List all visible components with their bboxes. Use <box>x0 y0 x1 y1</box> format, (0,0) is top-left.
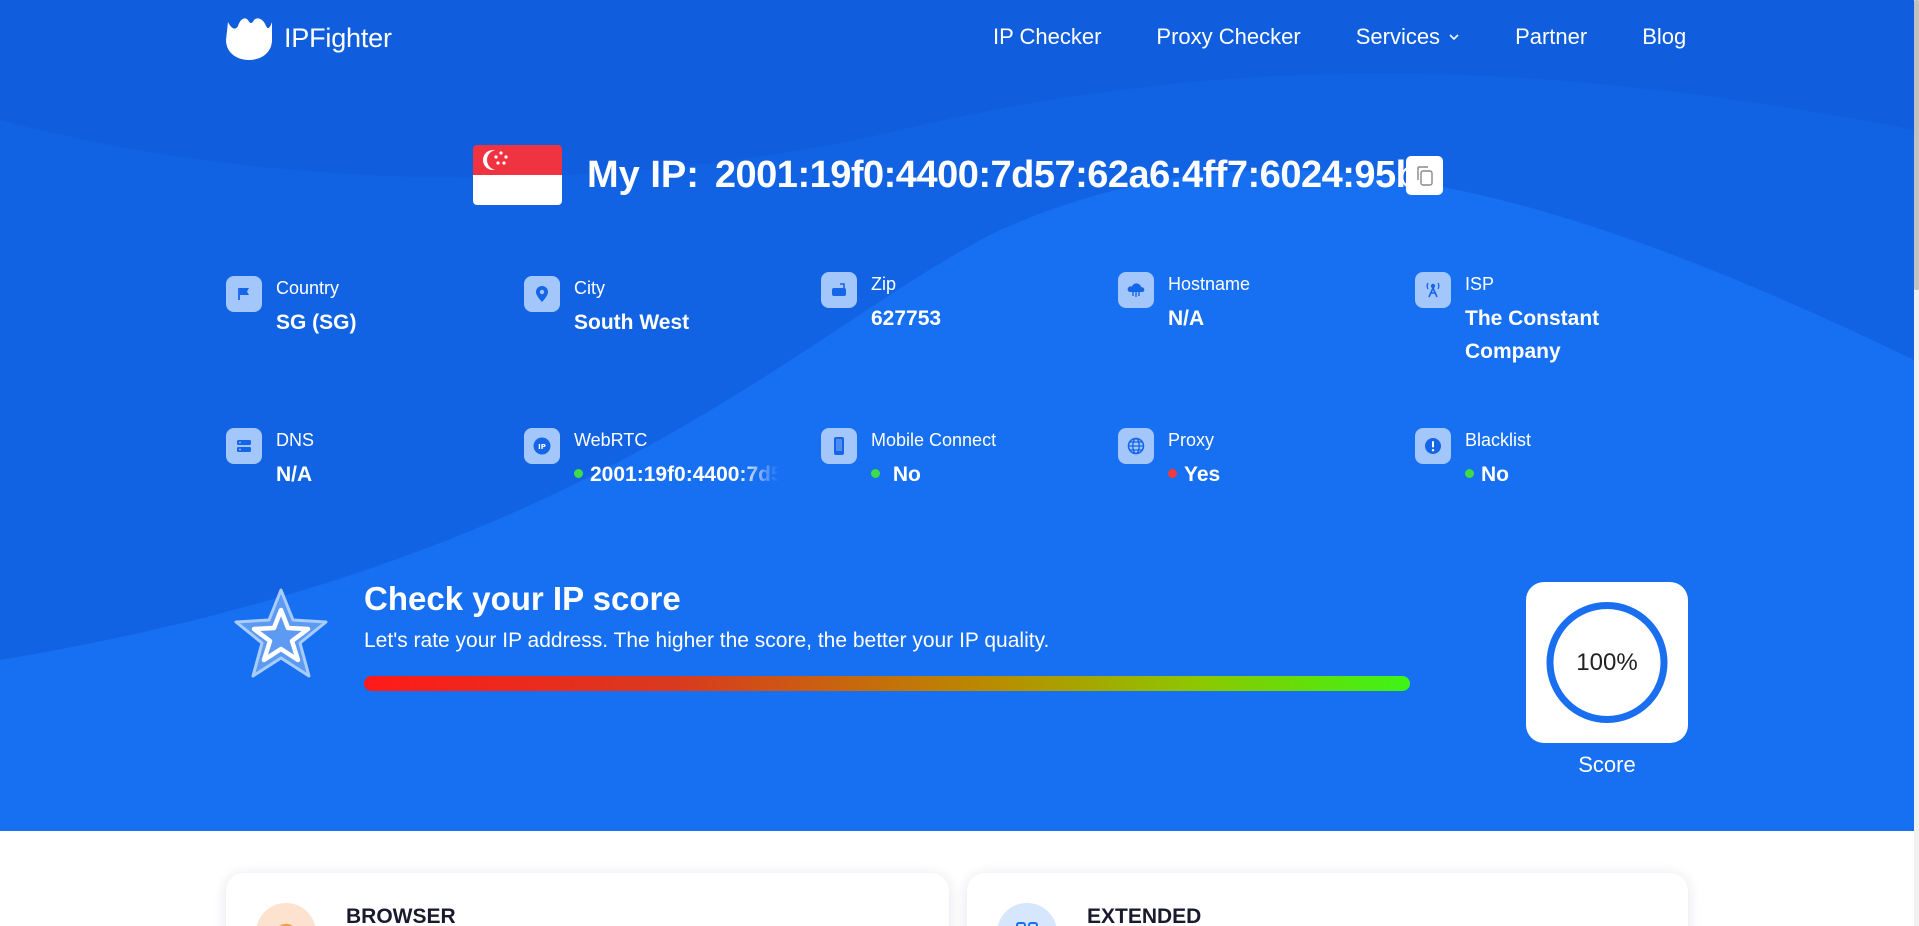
nav-ip-checker[interactable]: IP Checker <box>993 24 1101 50</box>
hostname-label: Hostname <box>1168 274 1251 294</box>
my-ip-label: My IP: <box>587 153 699 196</box>
nav-proxy-checker-label: Proxy Checker <box>1156 24 1301 49</box>
score-card: 100% <box>1526 582 1688 743</box>
extended-card-title: EXTENDED <box>1087 905 1202 926</box>
antenna-icon <box>1415 272 1451 308</box>
location-pin-icon <box>524 276 560 312</box>
my-ip-row: My IP: 2001:19f0:4400:7d57:62a6:4ff7:602… <box>473 145 1440 205</box>
dns-value: N/A <box>276 463 313 486</box>
main-nav: IP Checker Proxy Checker Services Partne… <box>993 24 1686 50</box>
score-subtitle: Let's rate your IP address. The higher t… <box>364 629 1050 652</box>
nav-services-label: Services <box>1355 24 1441 49</box>
score-label: Score <box>1578 752 1636 777</box>
mobile-phone-icon <box>821 428 857 464</box>
info-isp: ISP The Constant Company <box>1415 272 1625 368</box>
star-icon <box>234 588 328 678</box>
country-label: Country <box>276 278 340 298</box>
extended-card: EXTENDED <box>967 873 1688 926</box>
server-icon <box>226 428 262 464</box>
isp-label: ISP <box>1465 274 1495 294</box>
webrtc-status-dot <box>574 468 583 478</box>
dns-label: DNS <box>276 430 315 450</box>
svg-text:IP: IP <box>538 443 546 451</box>
my-ip-value: 2001:19f0:4400:7d57:62a6:4ff7:6024:95b9 <box>714 153 1440 196</box>
score-percent: 100% <box>1576 648 1638 676</box>
chevron-down-icon <box>1449 34 1459 41</box>
zip-value: 627753 <box>871 307 942 330</box>
mobile-connect-label: Mobile Connect <box>871 430 997 450</box>
blacklist-value: No <box>1481 463 1509 486</box>
info-proxy: Proxy Yes <box>1118 428 1220 491</box>
singapore-flag-icon <box>473 145 562 205</box>
copy-ip-button[interactable] <box>1406 156 1443 195</box>
proxy-label: Proxy <box>1168 430 1215 450</box>
alert-icon <box>1415 428 1451 464</box>
info-blacklist: Blacklist No <box>1415 428 1531 491</box>
hero-section: IPFighter IP Checker Proxy Checker Servi… <box>0 0 1914 831</box>
hostname-value: N/A <box>1168 307 1205 330</box>
info-country: Country SG (SG) <box>226 276 357 339</box>
mailbox-icon <box>821 272 857 308</box>
webrtc-value: 2001:19f0:4400:7d57:62a6:4ff7:6024:95b9 <box>590 463 779 486</box>
info-zip: Zip 627753 <box>821 272 941 335</box>
browser-card: BROWSER <box>226 873 949 926</box>
info-dns: DNS N/A <box>226 428 314 491</box>
info-city: City South West <box>524 276 689 339</box>
browser-card-title: BROWSER <box>346 905 456 926</box>
city-value: South West <box>574 311 690 334</box>
cloud-network-icon <box>1118 272 1154 308</box>
nav-partner-label: Partner <box>1515 24 1588 49</box>
info-webrtc: IP WebRTC 2001:19f0:4400:7d57:62a6:4ff7:… <box>524 428 779 491</box>
ip-badge-icon: IP <box>524 428 560 464</box>
copy-icon <box>1416 165 1433 186</box>
country-value: SG (SG) <box>276 311 357 334</box>
proxy-status-dot <box>1168 468 1177 478</box>
brand-name: IPFighter <box>284 22 392 53</box>
globe-icon <box>1118 428 1154 464</box>
score-gradient-bar <box>364 676 1410 691</box>
proxy-value: Yes <box>1184 463 1221 486</box>
brand-logo[interactable]: IPFighter <box>226 16 392 60</box>
city-label: City <box>574 278 605 298</box>
info-hostname: Hostname N/A <box>1118 272 1250 335</box>
nav-services[interactable]: Services <box>1356 24 1460 50</box>
flag-icon <box>226 276 262 312</box>
nav-ip-checker-label: IP Checker <box>993 24 1102 49</box>
mobile-status-dot <box>871 468 880 478</box>
scrollbar-thumb[interactable] <box>1914 0 1919 290</box>
webrtc-label: WebRTC <box>574 430 648 450</box>
browser-icon <box>256 903 316 926</box>
mobile-connect-value: No <box>892 463 921 486</box>
grid-icon <box>997 903 1057 926</box>
score-title: Check your IP score <box>364 580 681 617</box>
blacklist-label: Blacklist <box>1465 430 1532 450</box>
info-mobile-connect: Mobile Connect No <box>821 428 996 491</box>
zip-label: Zip <box>871 274 897 294</box>
nav-partner[interactable]: Partner <box>1515 24 1587 50</box>
nav-proxy-checker[interactable]: Proxy Checker <box>1156 24 1300 50</box>
isp-value: The Constant Company <box>1465 307 1600 363</box>
nav-blog-label: Blog <box>1642 24 1687 49</box>
logo-icon <box>226 18 272 60</box>
nav-blog[interactable]: Blog <box>1642 24 1686 50</box>
blacklist-status-dot <box>1465 468 1474 478</box>
